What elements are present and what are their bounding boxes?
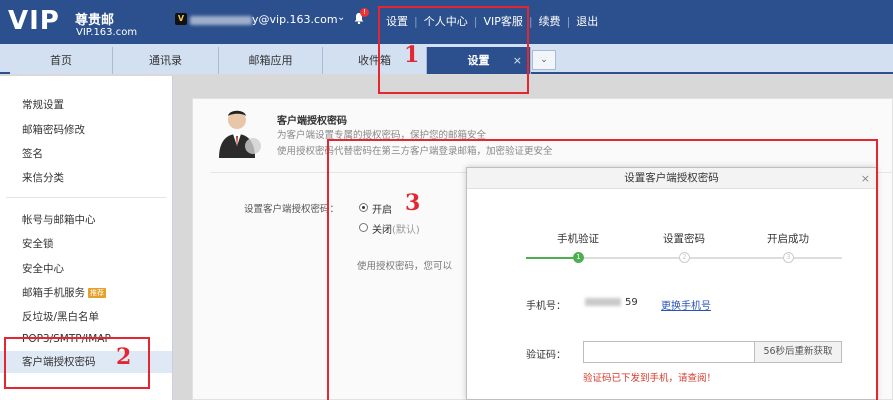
annotation-number-2: 2 xyxy=(116,344,132,370)
vip-badge-icon: V xyxy=(175,13,187,25)
annotation-number-1: 1 xyxy=(404,42,420,68)
sidebar-item-security-lock[interactable]: 安全锁 xyxy=(22,236,54,251)
agent-avatar-icon xyxy=(215,106,263,158)
link-renew[interactable]: 续费 xyxy=(533,13,567,29)
sidebar-item-security-center[interactable]: 安全中心 xyxy=(22,261,64,276)
sidebar-item-general[interactable]: 常规设置 xyxy=(22,97,64,112)
annotation-box-1 xyxy=(378,6,529,94)
sidebar-item-account-center[interactable]: 帐号与邮箱中心 xyxy=(22,212,96,227)
annotation-box-3 xyxy=(327,139,878,400)
sidebar-item-sender-category[interactable]: 来信分类 xyxy=(22,170,64,185)
page-title: 客户端授权密码 xyxy=(277,116,347,127)
tab-apps[interactable]: 邮箱应用 xyxy=(219,47,323,74)
auth-setting-label: 设置客户端授权密码： xyxy=(244,204,340,215)
account-name[interactable]: y@vip.163.com xyxy=(190,13,338,26)
sidebar-item-password[interactable]: 邮箱密码修改 xyxy=(22,122,85,137)
account-suffix: y@vip.163.com xyxy=(252,13,338,26)
annotation-number-3: 3 xyxy=(405,190,421,216)
logo-title: 尊贵邮 xyxy=(75,13,115,28)
tab-home[interactable]: 首页 xyxy=(10,47,113,74)
link-logout[interactable]: 退出 xyxy=(570,13,604,29)
logo-vip: VIP xyxy=(8,6,60,36)
redacted-account xyxy=(190,15,252,25)
notification-badge: ! xyxy=(360,8,369,17)
account-chevron-down-icon[interactable]: ⌄ xyxy=(337,12,345,23)
logo-domain: VIP.163.com xyxy=(76,27,138,38)
sidebar-item-antispam[interactable]: 反垃圾/黑白名单 xyxy=(22,309,99,324)
sidebar-item-label: 邮箱手机服务 xyxy=(22,287,85,299)
tab-more-chevron-down-icon[interactable]: ⌄ xyxy=(532,50,556,70)
divider xyxy=(6,197,166,198)
tab-contacts[interactable]: 通讯录 xyxy=(113,47,219,74)
sidebar-item-mobile-service[interactable]: 邮箱手机服务 推荐 xyxy=(22,285,106,300)
sidebar-item-signature[interactable]: 签名 xyxy=(22,146,43,161)
recommend-badge: 推荐 xyxy=(88,288,106,298)
bell-icon[interactable]: ! xyxy=(353,8,369,25)
